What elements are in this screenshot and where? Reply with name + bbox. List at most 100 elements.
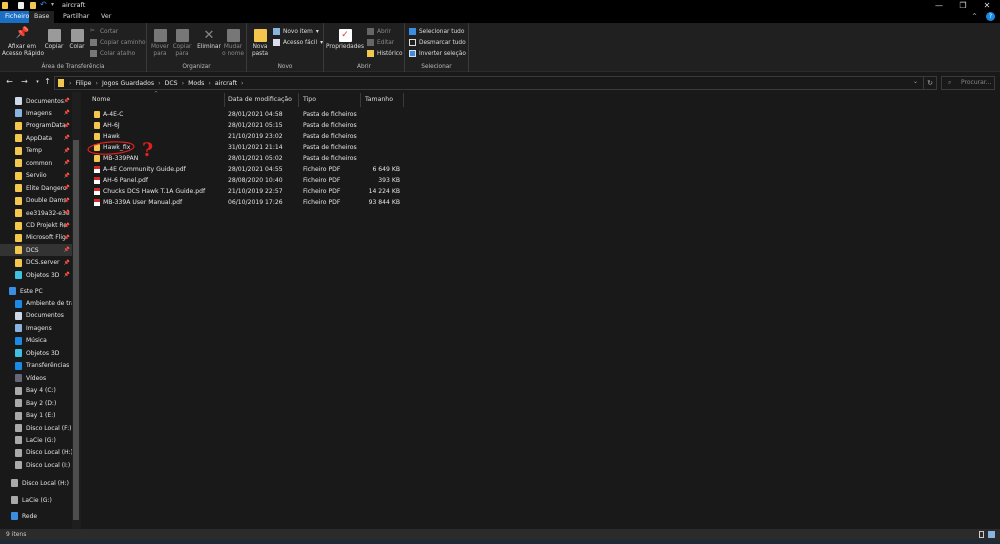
select-none-button[interactable]: Desmarcar tudo — [409, 39, 466, 46]
search-input[interactable]: ⌕ Procurar... — [941, 76, 995, 90]
column-divider[interactable] — [403, 93, 404, 107]
scrollbar-thumb[interactable] — [73, 140, 79, 520]
nav-item[interactable]: DCS.server 📌 — [0, 257, 72, 269]
address-bar[interactable]: › Filipe › Jogos Guardados › DCS › Mods › aircraf… — [54, 76, 937, 90]
nav-item[interactable]: Elite Dangero 📌 — [0, 182, 72, 194]
help-icon[interactable]: ? — [986, 12, 995, 21]
file-row[interactable]: Chucks DCS Hawk T.1A Guide.pdf 21/10/201… — [84, 186, 414, 197]
breadcrumb-item[interactable]: DCS — [165, 80, 178, 87]
nav-item[interactable]: DCS 📌 — [0, 244, 72, 257]
nav-item[interactable]: Música — [0, 335, 72, 347]
nav-item[interactable]: Objetos 3D 📌 — [0, 269, 72, 281]
large-icons-view-button[interactable] — [988, 531, 995, 538]
undo-icon[interactable]: ↶ — [40, 0, 47, 9]
details-view-button[interactable] — [979, 531, 984, 538]
column-divider[interactable] — [224, 93, 225, 107]
collapse-ribbon-icon[interactable]: ^ — [972, 13, 977, 20]
nav-item[interactable]: common 📌 — [0, 157, 72, 169]
nav-item[interactable]: ee319a32-e3e 📌 — [0, 207, 72, 219]
nav-item[interactable]: Objetos 3D — [0, 347, 72, 359]
file-row[interactable]: AH-6 Panel.pdf 28/08/2020 10:40 Ficheiro… — [84, 175, 414, 186]
properties-button[interactable]: ✓ Propriedades — [326, 29, 364, 51]
nav-item[interactable]: Bay 4 (C:) — [0, 385, 72, 397]
breadcrumb-separator[interactable]: › — [69, 80, 71, 87]
properties-icon[interactable] — [18, 2, 24, 9]
select-all-button[interactable]: Selecionar tudo — [409, 28, 464, 35]
nav-item[interactable]: Disco Local (I:) — [0, 459, 72, 471]
nav-item[interactable]: Disco Local (F:) — [0, 422, 72, 434]
nav-item[interactable]: LaCie (G:) — [0, 494, 72, 506]
nav-item[interactable]: Rede — [0, 510, 72, 522]
nav-item[interactable]: Bay 2 (D:) — [0, 397, 72, 409]
nav-item[interactable]: Ambiente de tra — [0, 298, 72, 310]
new-item-button[interactable]: Novo item ▾ — [273, 28, 319, 35]
breadcrumb-item[interactable]: Mods — [188, 80, 204, 87]
column-header-size[interactable]: Tamanho — [365, 96, 393, 103]
address-dropdown-icon[interactable]: ⌄ — [913, 78, 918, 85]
forward-button[interactable]: → — [19, 76, 30, 88]
tab-partilhar[interactable]: Partilhar — [58, 11, 94, 23]
close-button[interactable]: ✕ — [976, 0, 998, 11]
refresh-button[interactable]: ↻ — [923, 77, 936, 89]
column-header-name[interactable]: Nome — [92, 96, 110, 103]
rename-button[interactable]: Mudar o nome — [222, 29, 244, 58]
tab-ver[interactable]: Ver — [96, 11, 116, 23]
invert-selection-button[interactable]: Inverter seleção — [409, 50, 466, 57]
breadcrumb-separator[interactable]: › — [95, 80, 97, 87]
customize-dropdown-icon[interactable]: ▾ — [51, 1, 54, 8]
file-row[interactable]: AH-6J 28/01/2021 05:15 Pasta de ficheiro… — [84, 120, 414, 131]
breadcrumb-separator[interactable]: › — [182, 80, 184, 87]
tab-base[interactable]: Base — [29, 11, 55, 23]
minimize-button[interactable]: — — [928, 0, 950, 11]
copy-button[interactable]: Copiar — [44, 29, 64, 51]
nav-item[interactable]: Serviio 📌 — [0, 170, 72, 182]
copy-to-button[interactable]: Copiar para — [172, 29, 192, 58]
nav-item[interactable]: Vídeos — [0, 372, 72, 384]
up-button[interactable]: ↑ — [42, 76, 53, 88]
nav-item[interactable]: AppData 📌 — [0, 132, 72, 144]
paste-button[interactable]: Colar — [68, 29, 86, 51]
nav-item[interactable]: ProgramData 📌 — [0, 120, 72, 132]
nav-item[interactable]: CD Projekt Re 📌 — [0, 220, 72, 232]
nav-item[interactable]: Documentos — [0, 310, 72, 322]
column-header-date[interactable]: Data de modificação — [228, 96, 292, 103]
nav-item[interactable]: Bay 1 (E:) — [0, 410, 72, 422]
drive-icon — [15, 448, 22, 457]
easy-access-button[interactable]: Acesso fácil ▾ — [273, 39, 323, 46]
restore-button[interactable]: ❐ — [952, 0, 974, 11]
nav-item[interactable]: Disco Local (H:) — [0, 447, 72, 459]
move-to-button[interactable]: Mover para — [150, 29, 170, 58]
column-divider[interactable] — [360, 93, 361, 107]
nav-item[interactable]: Transferências — [0, 360, 72, 372]
edit-button[interactable]: Editar — [367, 39, 394, 46]
new-folder-button[interactable]: Nova pasta — [250, 29, 270, 58]
file-row[interactable]: A-4E-C 28/01/2021 04:58 Pasta de ficheir… — [84, 109, 414, 120]
nav-item[interactable]: Imagens 📌 — [0, 107, 72, 119]
nav-item[interactable]: Documentos 📌 — [0, 95, 72, 107]
back-button[interactable]: ← — [4, 76, 15, 88]
breadcrumb-item[interactable]: Filipe — [75, 80, 91, 87]
breadcrumb-separator[interactable]: › — [158, 80, 160, 87]
nav-item[interactable]: Disco Local (H:) — [0, 477, 72, 489]
cut-button[interactable]: ✂ Cortar — [90, 28, 118, 35]
column-divider[interactable] — [298, 93, 299, 107]
breadcrumb-separator[interactable]: › — [241, 80, 243, 87]
paste-shortcut-button[interactable]: Colar atalho — [90, 50, 135, 57]
breadcrumb-separator[interactable]: › — [208, 80, 210, 87]
delete-button[interactable]: ✕ Eliminar — [197, 29, 221, 51]
open-button[interactable]: Abrir — [367, 28, 391, 35]
column-header-type[interactable]: Tipo — [303, 96, 316, 103]
breadcrumb-item[interactable]: Jogos Guardados — [102, 80, 154, 87]
breadcrumb-item[interactable]: aircraft — [215, 80, 237, 87]
nav-item[interactable]: Temp 📌 — [0, 145, 72, 157]
copy-path-button[interactable]: Copiar caminho — [90, 39, 146, 46]
nav-item[interactable]: Microsoft Flig 📌 — [0, 232, 72, 244]
nav-item[interactable]: Este PC — [0, 285, 72, 297]
pin-quick-access-button[interactable]: 📌 Afixar em Acesso Rápido — [2, 27, 44, 58]
history-button[interactable]: Histórico — [367, 50, 403, 57]
nav-item[interactable]: Double Dams 📌 — [0, 195, 72, 207]
file-row[interactable]: MB-339A User Manual.pdf 06/10/2019 17:26… — [84, 197, 414, 208]
nav-item[interactable]: Imagens — [0, 322, 72, 334]
new-folder-icon[interactable] — [30, 2, 36, 9]
nav-item[interactable]: LaCie (G:) — [0, 434, 72, 446]
